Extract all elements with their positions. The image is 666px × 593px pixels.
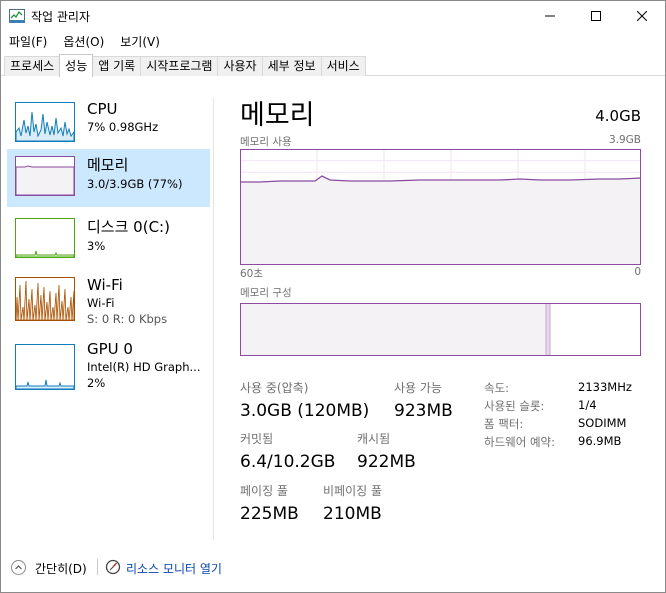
maximize-button[interactable] — [573, 1, 619, 31]
wifi-adapter-text: Wi-Fi — [87, 296, 115, 310]
open-resource-monitor-link[interactable]: 리소스 모니터 열기 — [126, 560, 222, 577]
bottom-separator — [97, 559, 98, 575]
disk-thumbnail-graph — [15, 218, 75, 258]
cached-value: 922MB — [357, 452, 416, 472]
hardware-reserved-value: 96.9MB — [578, 434, 622, 448]
resource-item-cpu[interactable]: CPU 7% 0.98GHz — [7, 95, 210, 153]
chevron-up-icon — [15, 565, 22, 570]
resource-item-disk[interactable]: 디스크 0(C:) 3% — [7, 211, 210, 269]
paged-pool-label: 페이징 풀 — [240, 484, 288, 498]
memory-heading: 메모리 — [240, 100, 315, 131]
time-axis-right: 0 — [634, 266, 641, 278]
available-label: 사용 가능 — [394, 381, 442, 395]
memory-title: 메모리 — [87, 156, 129, 174]
time-axis-left: 60초 — [240, 268, 264, 280]
slots-used-value: 1/4 — [578, 398, 597, 412]
disk-usage-text: 3% — [87, 239, 106, 253]
window-title: 작업 관리자 — [31, 10, 91, 24]
memory-total: 4.0GB — [595, 107, 641, 125]
menu-bar: 파일(F) 옵션(O) 보기(V) — [1, 32, 168, 52]
tab-users[interactable]: 사용자 — [217, 56, 263, 76]
disk-title: 디스크 0(C:) — [87, 218, 170, 236]
memory-thumbnail-graph — [15, 156, 75, 196]
cpu-thumbnail-graph — [15, 102, 75, 142]
wifi-title: Wi-Fi — [87, 276, 123, 294]
gpu-usage-text: 2% — [87, 376, 106, 390]
tab-app-history[interactable]: 앱 기록 — [92, 56, 142, 76]
title-bar: 작업 관리자 — [1, 1, 665, 31]
menu-file[interactable]: 파일(F) — [1, 32, 55, 52]
memory-usage-text: 3.0/3.9GB (77%) — [87, 177, 183, 191]
committed-label: 커밋됨 — [240, 432, 274, 446]
memory-usage-label: 메모리 사용 — [240, 136, 292, 148]
cpu-usage-text: 7% 0.98GHz — [87, 120, 159, 134]
in-use-value: 3.0GB (120MB) — [240, 401, 370, 421]
wifi-throughput-text: S: 0 R: 0 Kbps — [87, 312, 168, 326]
resource-item-memory[interactable]: 메모리 3.0/3.9GB (77%) — [7, 149, 210, 207]
memory-usage-graph — [240, 149, 641, 265]
close-icon — [637, 11, 647, 21]
hardware-reserved-label: 하드웨어 예약: — [484, 435, 556, 449]
paged-pool-value: 225MB — [240, 504, 299, 524]
tab-processes[interactable]: 프로세스 — [4, 56, 61, 76]
in-use-label: 사용 중(압축) — [240, 381, 309, 395]
nonpaged-pool-label: 비페이징 풀 — [323, 484, 383, 498]
close-button[interactable] — [619, 1, 665, 31]
nonpaged-pool-value: 210MB — [323, 504, 382, 524]
tab-strip: 프로세스 성능 앱 기록 시작프로그램 사용자 세부 정보 서비스 — [1, 54, 665, 77]
available-value: 923MB — [394, 401, 453, 421]
tab-details[interactable]: 세부 정보 — [261, 56, 322, 76]
menu-view[interactable]: 보기(V) — [112, 32, 168, 52]
resource-list: CPU 7% 0.98GHz 메모리 3.0/3.9GB (77%) 디스크 0… — [1, 91, 213, 401]
minimize-icon — [545, 15, 555, 17]
tab-startup[interactable]: 시작프로그램 — [140, 56, 219, 76]
minimize-button[interactable] — [527, 1, 573, 31]
gpu-name-text: Intel(R) HD Graph... — [87, 360, 201, 374]
gpu-thumbnail-graph — [15, 344, 75, 390]
resource-item-gpu[interactable]: GPU 0 Intel(R) HD Graph... 2% — [7, 335, 210, 393]
fewer-details-toggle[interactable] — [11, 560, 26, 575]
form-factor-value: SODIMM — [578, 416, 627, 430]
wifi-thumbnail-graph — [15, 277, 75, 321]
bottom-bar: 간단히(D) 리소스 모니터 열기 — [1, 550, 665, 584]
tab-performance[interactable]: 성능 — [59, 54, 94, 77]
committed-value: 6.4/10.2GB — [240, 452, 336, 472]
speed-value: 2133MHz — [578, 380, 632, 394]
slots-used-label: 사용된 슬롯: — [484, 399, 545, 413]
menu-options[interactable]: 옵션(O) — [55, 32, 112, 52]
maximize-icon — [591, 11, 601, 21]
resource-item-wifi[interactable]: Wi-Fi Wi-Fi S: 0 R: 0 Kbps — [7, 271, 210, 329]
gpu-title: GPU 0 — [87, 340, 133, 358]
panel-divider — [213, 98, 214, 540]
fewer-details-link[interactable]: 간단히(D) — [35, 560, 87, 577]
cached-label: 캐시됨 — [357, 432, 391, 446]
resource-monitor-icon — [105, 559, 121, 575]
memory-usage-max: 3.9GB — [608, 134, 641, 146]
task-manager-window: 작업 관리자 파일(F) 옵션(O) 보기(V) 프로세스 성능 앱 기록 시작… — [0, 0, 666, 593]
speed-label: 속도: — [484, 381, 510, 395]
memory-composition-label: 메모리 구성 — [240, 287, 292, 299]
form-factor-label: 폼 팩터: — [484, 417, 524, 431]
cpu-title: CPU — [87, 100, 118, 118]
memory-composition-bar — [240, 303, 641, 356]
task-manager-app-icon — [9, 9, 25, 23]
tab-services[interactable]: 서비스 — [320, 56, 366, 76]
